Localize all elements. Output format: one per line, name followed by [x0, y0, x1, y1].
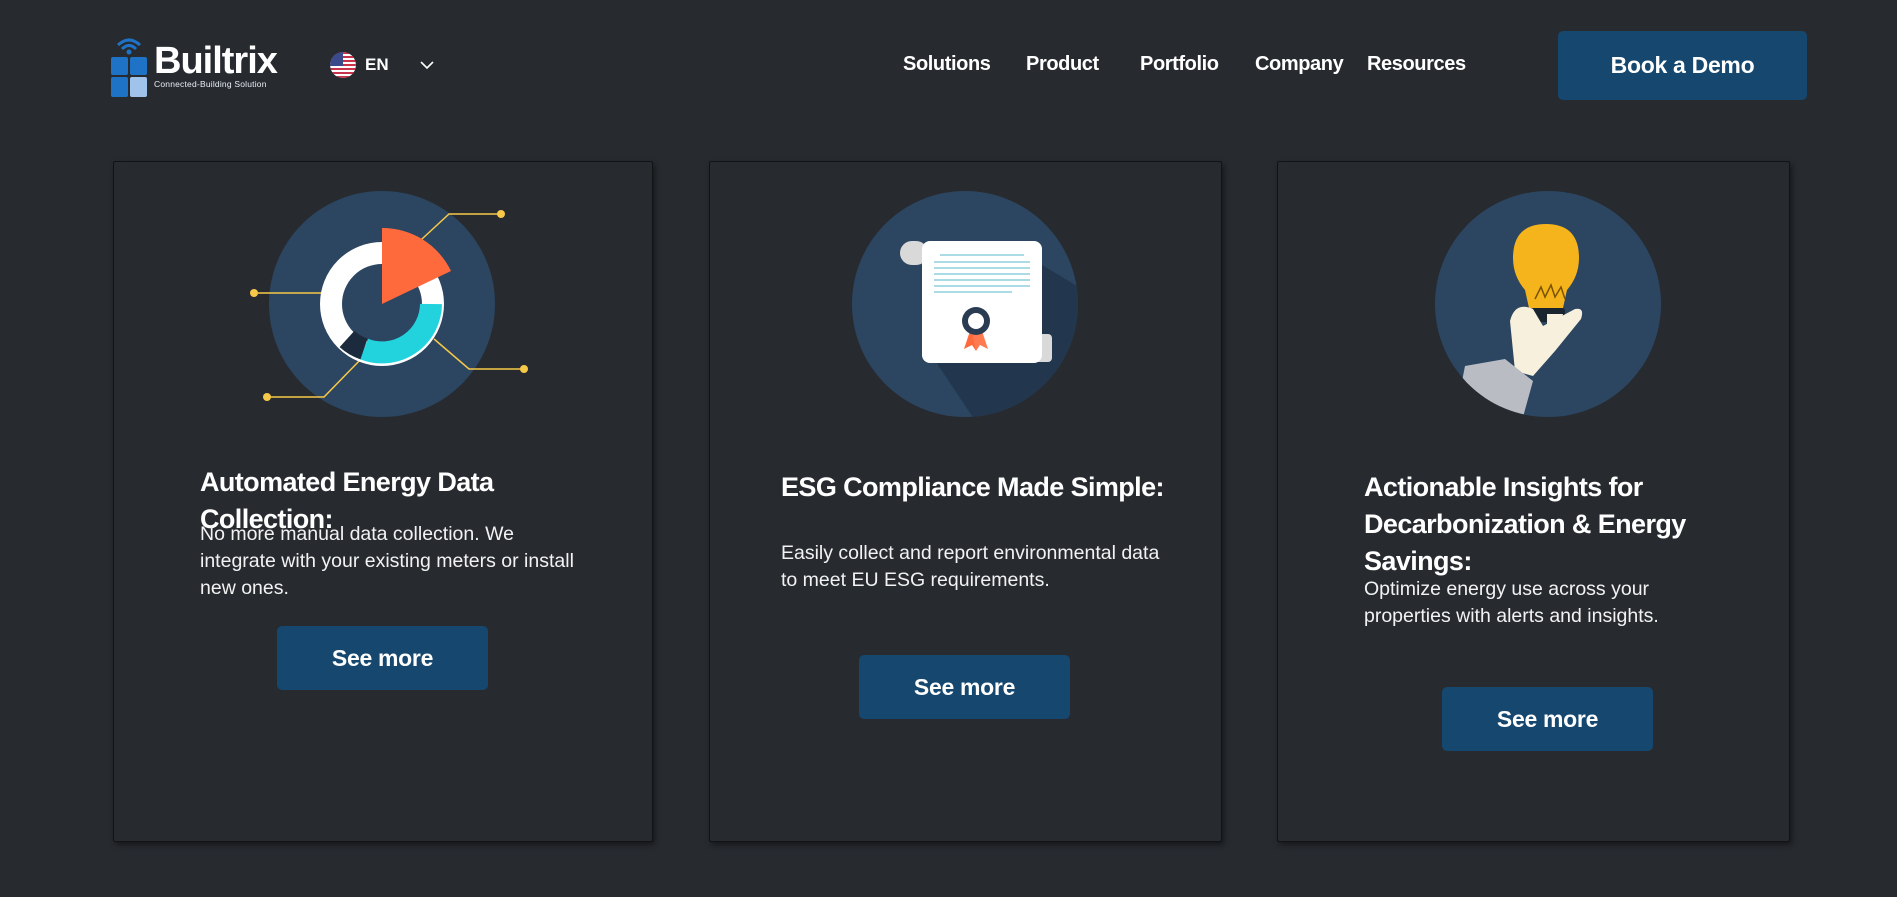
lightbulb-hand-icon: [1435, 191, 1661, 417]
nav-resources[interactable]: Resources: [1367, 53, 1466, 76]
card-title: Actionable Insights for Decarbonization …: [1364, 472, 1686, 576]
feature-card-esg: ESG Compliance Made Simple: Easily colle…: [709, 161, 1222, 842]
logo-link[interactable]: Builtrix Connected-Building Solution: [110, 33, 278, 99]
card-description: Easily collect and report environmental …: [781, 542, 1160, 591]
card-description: Optimize energy use across your properti…: [1364, 578, 1659, 627]
building-wifi-icon: [111, 38, 147, 97]
language-selector[interactable]: EN: [330, 52, 435, 78]
nav-product[interactable]: Product: [1026, 53, 1099, 76]
see-more-button[interactable]: See more: [1442, 687, 1653, 751]
see-more-button[interactable]: See more: [859, 655, 1070, 719]
logo-tagline: Connected-Building Solution: [154, 79, 267, 89]
feature-card-insights: Actionable Insights for Decarbonization …: [1277, 161, 1790, 842]
logo-name: Builtrix: [154, 40, 278, 82]
nav-company[interactable]: Company: [1255, 53, 1344, 76]
nav-portfolio[interactable]: Portfolio: [1140, 53, 1219, 76]
chevron-down-icon: [420, 61, 434, 70]
card-description: No more manual data collection. We integ…: [200, 523, 574, 599]
see-more-button[interactable]: See more: [277, 626, 488, 690]
card-title: ESG Compliance Made Simple:: [781, 472, 1165, 502]
feature-card-energy-data: Automated Energy Data Collection: No mor…: [113, 161, 653, 842]
language-code: EN: [365, 55, 389, 74]
nav-solutions[interactable]: Solutions: [903, 53, 991, 76]
certificate-scroll-icon: [852, 191, 1078, 417]
us-flag-icon: [330, 52, 356, 78]
book-demo-button[interactable]: Book a Demo: [1558, 31, 1807, 100]
energy-donut-chart-icon: [250, 191, 528, 417]
